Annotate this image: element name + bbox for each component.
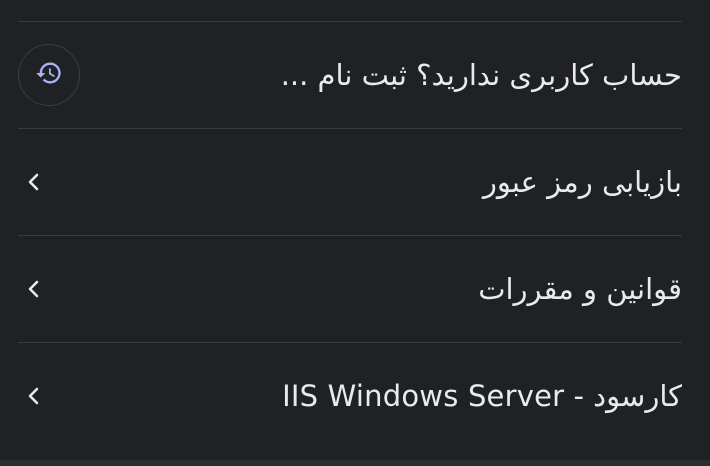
list-item-signup[interactable]: حساب کاربری ندارید؟ ثبت نام ...: [0, 22, 710, 128]
chevron-left-icon: [22, 277, 46, 301]
list-item-label: قوانین و مقررات: [478, 272, 682, 306]
suggestion-list: حساب کاربری ندارید؟ ثبت نام ... بازیابی …: [0, 0, 710, 466]
list-item-label: بازیابی رمز عبور: [482, 165, 682, 199]
bottom-edge: [0, 460, 710, 466]
chevron-left-icon: [22, 384, 46, 408]
history-icon: [35, 59, 63, 91]
list-item-label: کارسود - IIS Windows Server: [282, 379, 682, 413]
list-item-karsood[interactable]: کارسود - IIS Windows Server: [0, 343, 710, 449]
chevron-left-icon: [22, 170, 46, 194]
list-item-terms[interactable]: قوانین و مقررات: [0, 236, 710, 342]
history-button[interactable]: [18, 44, 80, 106]
list-item-password-recovery[interactable]: بازیابی رمز عبور: [0, 129, 710, 235]
list-item-label: حساب کاربری ندارید؟ ثبت نام ...: [280, 58, 682, 92]
